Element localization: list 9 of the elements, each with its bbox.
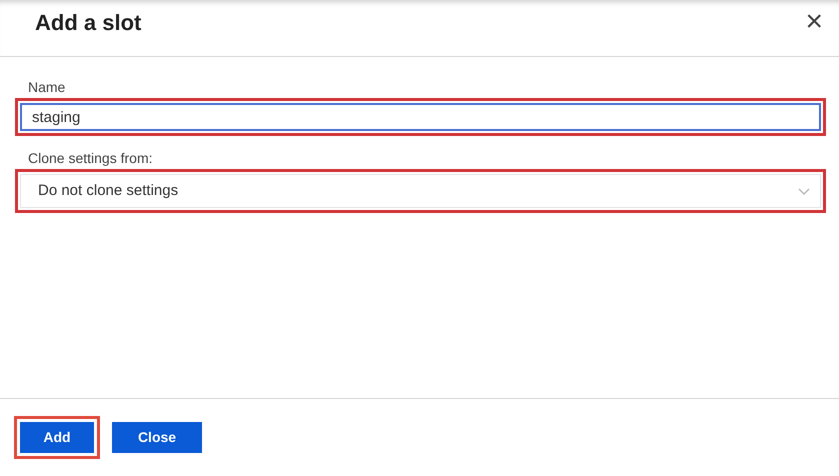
name-input[interactable]: staging (20, 103, 821, 131)
dialog-button[interactable]: Close (111, 421, 203, 454)
field-label: Clone settings from: (28, 149, 154, 168)
close-button[interactable]: × (799, 7, 829, 37)
dialog-button[interactable]: Add (19, 421, 95, 454)
caret-icon (798, 188, 810, 194)
field-label: Name (28, 78, 66, 97)
clone-settings-dropdown[interactable]: Do not clone settings (20, 174, 821, 208)
dialog-title: Add a slot (35, 8, 142, 36)
